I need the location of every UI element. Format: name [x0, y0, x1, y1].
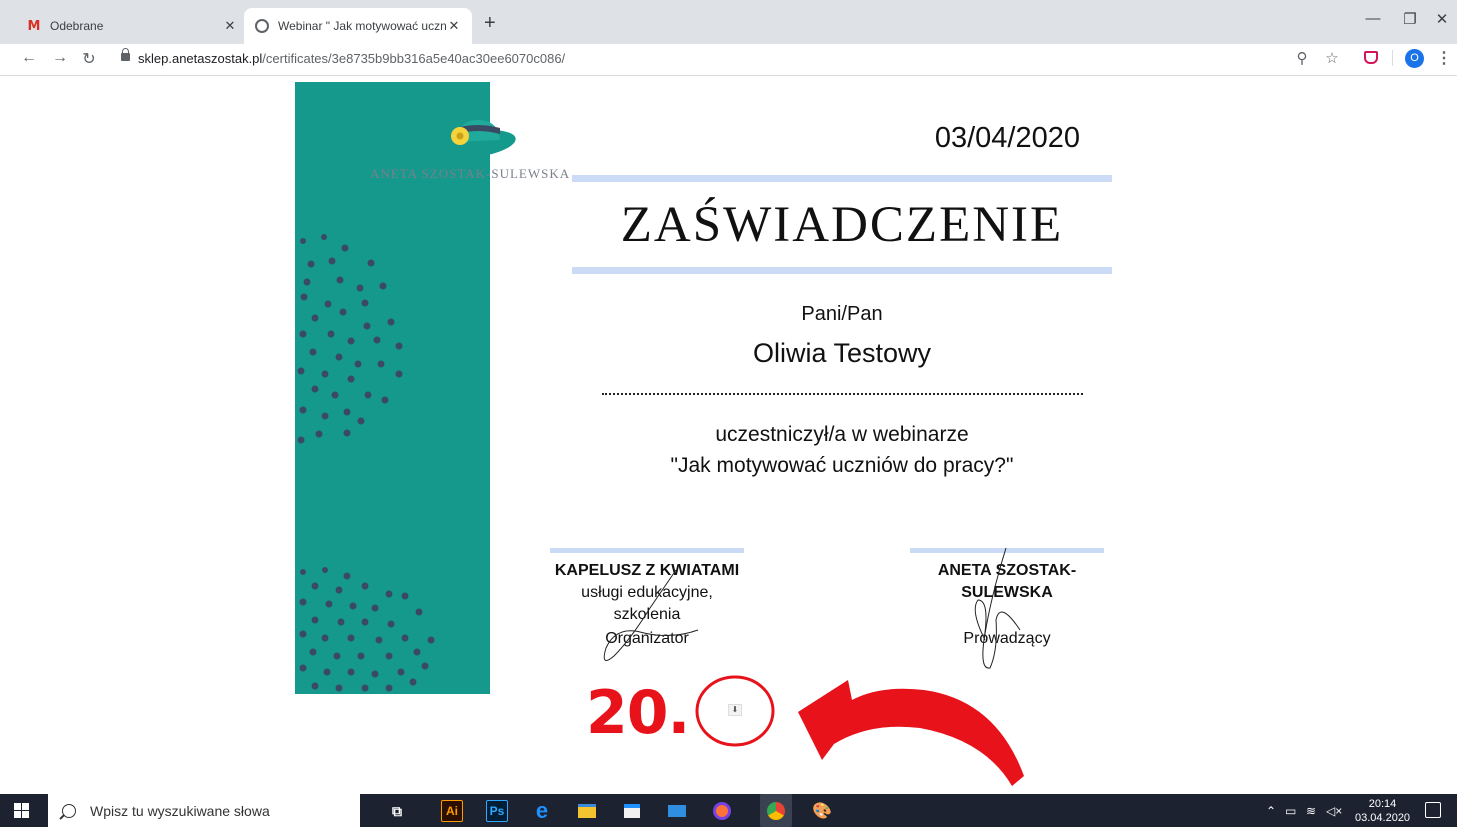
paint-icon[interactable]: 🎨 [811, 800, 833, 822]
task-view-icon[interactable]: ⧉ [386, 800, 408, 822]
host-name-line-2: SULEWSKA [961, 584, 1053, 601]
organizer-rule [550, 548, 744, 553]
organizer-desc-2: szkolenia [613, 606, 681, 623]
heading-rule-top [572, 175, 1112, 182]
windows-start-icon[interactable] [14, 803, 30, 819]
organizer-block: KAPELUSZ Z KWIATAMI usługi edukacyjne, s… [540, 560, 754, 650]
taskbar-search[interactable]: Wpisz tu wyszukiwane słowa [48, 794, 360, 827]
logo-hat-icon [436, 120, 516, 159]
close-icon[interactable]: ✕ [222, 18, 238, 34]
forward-icon[interactable]: → [49, 49, 71, 67]
maximize-button[interactable]: ❐ [1395, 10, 1425, 28]
new-tab-button[interactable]: + [484, 12, 496, 35]
menu-icon[interactable]: ⋮ [1436, 48, 1452, 68]
photoshop-icon[interactable]: Ps [486, 800, 508, 822]
organizer-role: Organizator [605, 630, 689, 647]
step-number-annotation: 20. [586, 678, 690, 748]
profile-avatar[interactable]: O [1405, 49, 1424, 68]
file-explorer-icon[interactable] [576, 800, 598, 822]
search-icon [62, 803, 76, 818]
host-role: Prowadzący [963, 630, 1051, 647]
browser-tab-bar: M Odebrane ✕ Webinar " Jak motywować ucz… [0, 0, 1457, 44]
store-icon[interactable] [621, 800, 643, 822]
taskbar-clock[interactable]: 20:14 03.04.2020 [1355, 797, 1410, 825]
download-icon[interactable]: ⬇ [728, 704, 742, 716]
name-underline [602, 393, 1083, 395]
tab-gmail-label: Odebrane [50, 19, 104, 33]
tab-webinar-label: Webinar " Jak motywować uczniów [278, 19, 446, 33]
annotation-arrow [695, 675, 1024, 786]
back-icon[interactable]: ← [18, 49, 40, 67]
heading-rule-bottom [572, 267, 1112, 274]
notification-icon[interactable] [1425, 802, 1441, 818]
windows-taskbar: Wpisz tu wyszukiwane słowa ⧉ Ai Ps e 🎨 ⌃… [0, 794, 1457, 827]
webinar-title: "Jak motywować uczniów do pracy?" [670, 454, 1014, 477]
firefox-icon[interactable] [711, 800, 733, 822]
host-rule [910, 548, 1104, 553]
participation-text: uczestniczył/a w webinarze [715, 423, 969, 446]
illustrator-icon[interactable]: Ai [441, 800, 463, 822]
organizer-name: KAPELUSZ Z KWIATAMI [554, 562, 740, 579]
address-bar[interactable]: sklep.anetaszostak.pl/certificates/3e873… [138, 51, 565, 66]
gmail-icon: M [27, 18, 41, 34]
star-icon[interactable]: ☆ [1322, 49, 1342, 67]
clock-date: 03.04.2020 [1355, 812, 1411, 824]
annotation-arrow-shape [798, 680, 1024, 786]
logo-text: ANETA SZOSTAK-SULEWSKA [370, 166, 571, 181]
wifi-icon[interactable]: ≋ [1306, 804, 1316, 818]
tab-webinar[interactable]: Webinar " Jak motywować uczniów ✕ [244, 8, 472, 44]
edge-icon[interactable]: e [531, 798, 553, 823]
recipient-name: Oliwia Testowy [752, 338, 932, 368]
url-domain: sklep.anetaszostak.pl [138, 51, 263, 66]
host-block: ANETA SZOSTAK- SULEWSKA Prowadzący [900, 560, 1114, 650]
globe-icon [254, 18, 270, 34]
taskbar-search-placeholder: Wpisz tu wyszukiwane słowa [90, 802, 270, 819]
zoom-icon[interactable]: ⚲ [1292, 49, 1312, 67]
lock-icon [121, 48, 130, 61]
certificate-date: 03/04/2020 [934, 122, 1080, 154]
mail-icon[interactable] [666, 800, 688, 822]
reload-icon[interactable]: ↻ [78, 49, 100, 69]
clock-time: 20:14 [1368, 798, 1397, 810]
minimize-button[interactable]: — [1358, 10, 1388, 27]
pocket-icon[interactable] [1364, 51, 1378, 64]
chrome-icon[interactable] [760, 794, 792, 827]
close-icon[interactable]: ✕ [446, 18, 462, 34]
certificate-heading: ZAŚWIADCZENIE [620, 197, 1064, 253]
battery-icon[interactable]: ▭ [1285, 804, 1296, 818]
host-name-line-1: ANETA SZOSTAK- [937, 562, 1077, 579]
close-window-button[interactable]: ✕ [1427, 10, 1457, 28]
tab-gmail[interactable]: M Odebrane ✕ [16, 8, 248, 44]
toolbar-divider [1392, 50, 1393, 66]
speaker-muted-icon[interactable]: ◁× [1326, 804, 1342, 818]
organizer-desc-1: usługi edukacyjne, [581, 584, 713, 601]
signatures [603, 547, 1021, 669]
url-path: /certificates/3e8735b9bb316a5e40ac30ee60… [262, 51, 566, 66]
salutation: Pani/Pan [801, 303, 883, 325]
tray-chevron-icon[interactable]: ⌃ [1266, 804, 1276, 818]
